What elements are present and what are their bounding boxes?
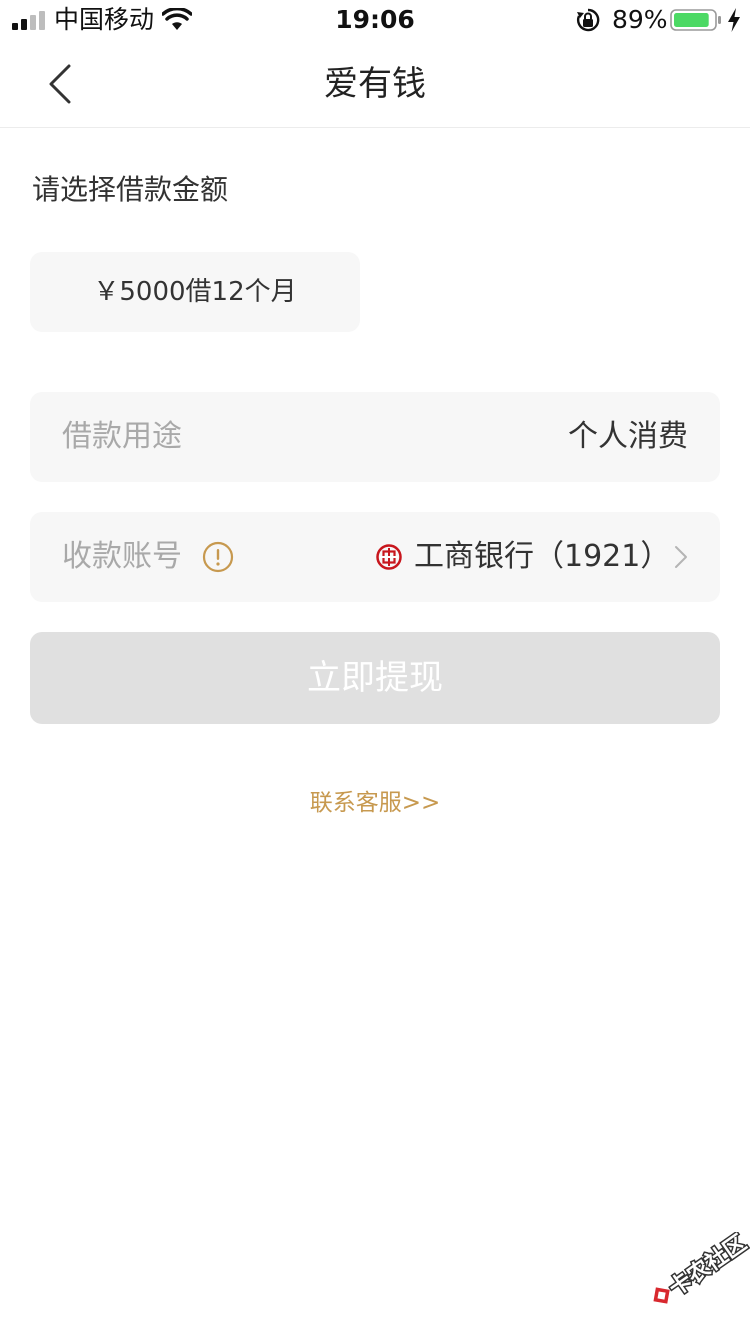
- loan-amount-label: 请选择借款金额: [32, 173, 229, 206]
- battery-percent: 89%: [612, 5, 668, 34]
- loan-purpose-label: 借款用途: [62, 419, 182, 454]
- info-icon[interactable]: [202, 541, 234, 573]
- icbc-bank-icon: [376, 544, 402, 570]
- receiving-account-row[interactable]: 收款账号 工商银行（1921）: [30, 512, 720, 602]
- chevron-right-icon: [675, 546, 687, 568]
- loan-amount-option[interactable]: ￥5000借12个月: [30, 252, 360, 332]
- loan-purpose-value: 个人消费: [568, 419, 688, 454]
- receiving-account-label: 收款账号: [62, 539, 182, 574]
- customer-service-link[interactable]: 联系客服>>: [0, 788, 750, 818]
- charging-icon: [728, 8, 740, 32]
- rotation-lock-icon: [577, 8, 600, 32]
- withdraw-button[interactable]: 立即提现: [30, 632, 720, 724]
- battery-icon: [670, 9, 721, 31]
- bank-account-value: 工商银行（1921）: [414, 539, 671, 574]
- watermark-logo: 卡农社区: [653, 1232, 750, 1304]
- nav-bar: 爱有钱: [0, 40, 750, 128]
- status-bar: 中国移动 19:06 89%: [0, 0, 750, 40]
- svg-text:卡农社区: 卡农社区: [664, 1232, 750, 1301]
- loan-purpose-row[interactable]: 借款用途 个人消费: [30, 392, 720, 482]
- page-title: 爱有钱: [324, 64, 426, 104]
